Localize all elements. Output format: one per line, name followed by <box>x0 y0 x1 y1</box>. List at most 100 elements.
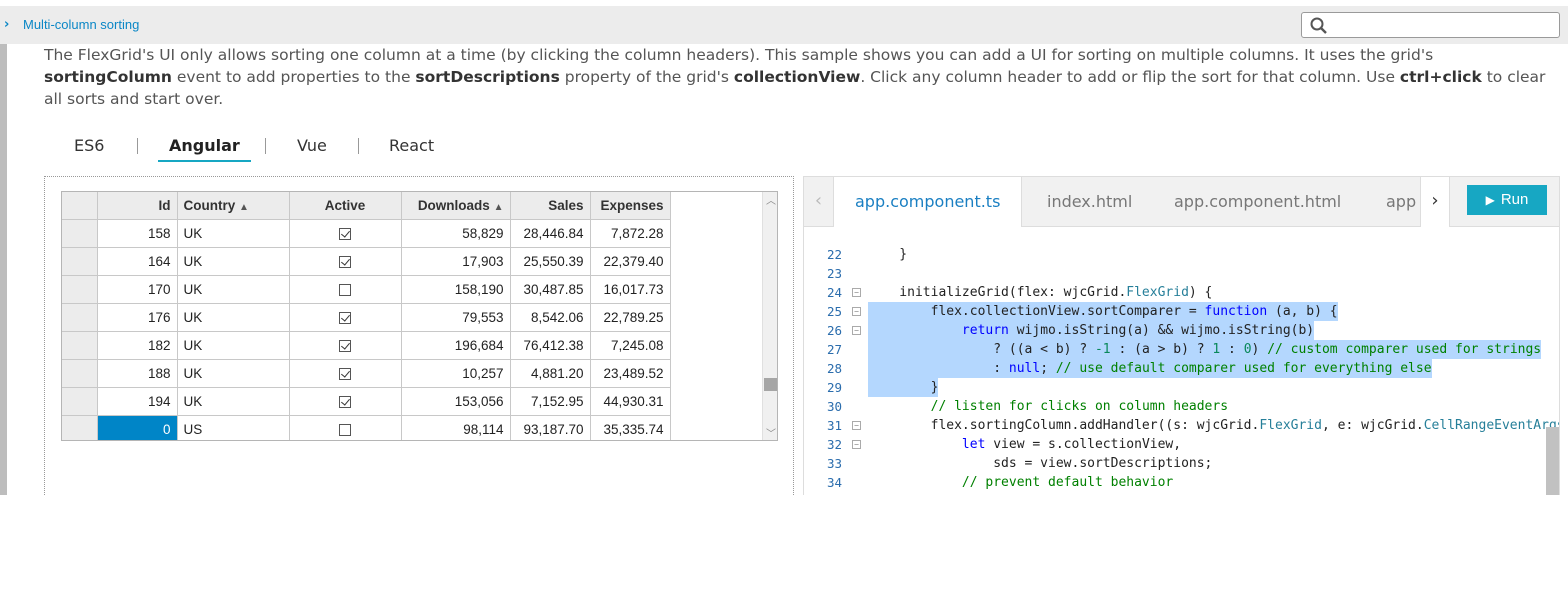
col-header-sales[interactable]: Sales <box>510 192 591 220</box>
scroll-up-icon[interactable]: ︿ <box>766 192 776 207</box>
cell-active[interactable] <box>289 247 402 276</box>
checkbox[interactable] <box>339 395 351 408</box>
cell-downloads[interactable]: 153,056 <box>401 387 511 416</box>
cell-sales[interactable]: 76,412.38 <box>510 331 591 360</box>
cell-downloads[interactable]: 158,190 <box>401 275 511 304</box>
cell-expenses[interactable]: 7,245.08 <box>590 331 671 360</box>
table-row[interactable]: 182 UK 196,684 76,412.38 7,245.08 <box>62 331 671 360</box>
tab-react[interactable]: React <box>389 136 434 162</box>
cell-id[interactable]: 0 <box>97 415 178 440</box>
cell-expenses[interactable]: 44,930.31 <box>590 387 671 416</box>
fold-icon[interactable]: − <box>852 288 861 297</box>
checkbox[interactable] <box>339 255 351 268</box>
cell-id[interactable]: 182 <box>97 331 178 360</box>
col-header-downloads[interactable]: Downloads ▲ <box>401 192 511 220</box>
cell-sales[interactable]: 93,187.70 <box>510 415 591 440</box>
chevron-right-icon[interactable]: › <box>4 17 9 32</box>
cell-active[interactable] <box>289 387 402 416</box>
checkbox[interactable] <box>339 227 351 240</box>
cell-downloads[interactable]: 98,114 <box>401 415 511 440</box>
cell-downloads[interactable]: 196,684 <box>401 331 511 360</box>
cell-id[interactable]: 170 <box>97 275 178 304</box>
cell-country[interactable]: UK <box>177 247 290 276</box>
cell-active[interactable] <box>289 219 402 248</box>
cell-active[interactable] <box>289 331 402 360</box>
tab-es6[interactable]: ES6 <box>74 136 104 162</box>
cell-country[interactable]: US <box>177 415 290 440</box>
cell-country[interactable]: UK <box>177 331 290 360</box>
cell-country[interactable]: UK <box>177 387 290 416</box>
chevron-left-icon[interactable]: ‹ <box>804 177 834 227</box>
cell-downloads[interactable]: 10,257 <box>401 359 511 388</box>
cell-downloads[interactable]: 17,903 <box>401 247 511 276</box>
cell-expenses[interactable]: 16,017.73 <box>590 275 671 304</box>
cell-country[interactable]: UK <box>177 219 290 248</box>
table-row[interactable]: 170 UK 158,190 30,487.85 16,017.73 <box>62 275 671 304</box>
search-input[interactable] <box>1301 12 1560 38</box>
checkbox[interactable] <box>339 423 351 436</box>
cell-active[interactable] <box>289 303 402 332</box>
fold-icon[interactable]: − <box>852 326 861 335</box>
col-header-country[interactable]: Country ▲ <box>177 192 290 220</box>
col-header-expenses[interactable]: Expenses <box>590 192 671 220</box>
cell-expenses[interactable]: 22,789.25 <box>590 303 671 332</box>
table-row[interactable]: 158 UK 58,829 28,446.84 7,872.28 <box>62 219 671 248</box>
row-header[interactable] <box>62 387 98 416</box>
fold-icon[interactable]: − <box>852 307 861 316</box>
checkbox[interactable] <box>339 311 351 324</box>
row-header-corner[interactable] <box>62 192 98 220</box>
cell-expenses[interactable]: 35,335.74 <box>590 415 671 440</box>
row-header[interactable] <box>62 275 98 304</box>
tab-vue[interactable]: Vue <box>297 136 327 162</box>
run-button[interactable]: ▶ Run <box>1467 185 1547 215</box>
cell-downloads[interactable]: 58,829 <box>401 219 511 248</box>
scrollbar-thumb[interactable] <box>764 378 777 391</box>
row-header[interactable] <box>62 247 98 276</box>
scroll-down-icon[interactable]: ﹀ <box>766 425 776 440</box>
checkbox[interactable] <box>339 367 351 380</box>
cell-active[interactable] <box>289 415 402 440</box>
row-header[interactable] <box>62 359 98 388</box>
cell-sales[interactable]: 7,152.95 <box>510 387 591 416</box>
table-row[interactable]: 0 US 98,114 93,187.70 35,335.74 <box>62 415 671 440</box>
table-row[interactable]: 194 UK 153,056 7,152.95 44,930.31 <box>62 387 671 416</box>
cell-active[interactable] <box>289 359 402 388</box>
col-header-active[interactable]: Active <box>289 192 402 220</box>
chevron-right-icon[interactable]: › <box>1420 177 1450 227</box>
section-title[interactable]: Multi-column sorting <box>23 17 139 32</box>
code-scrollbar-thumb[interactable] <box>1546 427 1559 495</box>
tab-app-more[interactable]: app <box>1386 177 1418 227</box>
cell-sales[interactable]: 25,550.39 <box>510 247 591 276</box>
cell-sales[interactable]: 30,487.85 <box>510 275 591 304</box>
tab-app-component-html[interactable]: app.component.html <box>1174 177 1341 227</box>
cell-country[interactable]: UK <box>177 359 290 388</box>
cell-sales[interactable]: 8,542.06 <box>510 303 591 332</box>
tab-app-component-ts[interactable]: app.component.ts <box>834 177 1023 227</box>
tab-index-html[interactable]: index.html <box>1047 177 1132 227</box>
cell-id[interactable]: 188 <box>97 359 178 388</box>
cell-expenses[interactable]: 23,489.52 <box>590 359 671 388</box>
fold-icon[interactable]: − <box>852 440 861 449</box>
fold-icon[interactable]: − <box>852 421 861 430</box>
table-row[interactable]: 188 UK 10,257 4,881.20 23,489.52 <box>62 359 671 388</box>
cell-id[interactable]: 164 <box>97 247 178 276</box>
cell-expenses[interactable]: 7,872.28 <box>590 219 671 248</box>
cell-active[interactable] <box>289 275 402 304</box>
tab-angular[interactable]: Angular <box>158 136 251 162</box>
code-editor[interactable]: 22 } 23 24 − initializeGrid(flex: wjcGrid.F… <box>804 245 1559 492</box>
row-header[interactable] <box>62 219 98 248</box>
cell-id[interactable]: 158 <box>97 219 178 248</box>
cell-id[interactable]: 176 <box>97 303 178 332</box>
cell-sales[interactable]: 4,881.20 <box>510 359 591 388</box>
cell-id[interactable]: 194 <box>97 387 178 416</box>
grid-scrollbar[interactable]: ︿ ﹀ <box>762 192 777 440</box>
cell-sales[interactable]: 28,446.84 <box>510 219 591 248</box>
row-header[interactable] <box>62 303 98 332</box>
row-header[interactable] <box>62 331 98 360</box>
cell-country[interactable]: UK <box>177 275 290 304</box>
section-header[interactable]: › Multi-column sorting <box>0 6 1568 44</box>
col-header-id[interactable]: Id <box>97 192 178 220</box>
cell-country[interactable]: UK <box>177 303 290 332</box>
row-header[interactable] <box>62 415 98 440</box>
table-row[interactable]: 176 UK 79,553 8,542.06 22,789.25 <box>62 303 671 332</box>
